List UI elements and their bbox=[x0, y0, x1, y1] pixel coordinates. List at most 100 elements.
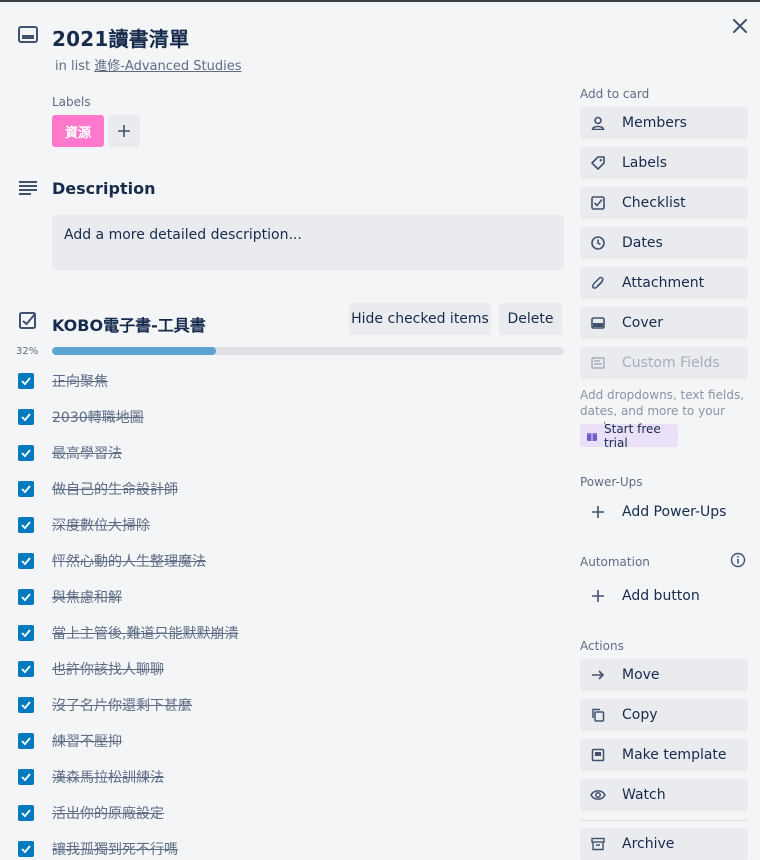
move-label: Move bbox=[622, 667, 660, 683]
checklist-item-text[interactable]: 最高學習法 bbox=[52, 443, 122, 463]
checklist-item-text[interactable]: 怦然心動的人生整理魔法 bbox=[52, 551, 206, 571]
custom-fields-button[interactable]: Custom Fields bbox=[580, 347, 748, 379]
checklist-item[interactable]: 與焦慮和解 bbox=[18, 585, 558, 609]
checkbox-checked[interactable] bbox=[18, 409, 34, 425]
checklist-item-text[interactable]: 做自己的生命設計師 bbox=[52, 479, 178, 499]
checkbox-checked[interactable] bbox=[18, 769, 34, 785]
checklist-item-text[interactable]: 沒了名片你還剩下甚麼 bbox=[52, 695, 192, 715]
checklist-item[interactable]: 練習不壓抑 bbox=[18, 729, 558, 753]
watch-button[interactable]: Watch bbox=[580, 779, 748, 811]
checklist-title[interactable]: KOBO電子書-工具書 bbox=[52, 312, 206, 336]
cover-button[interactable]: Cover bbox=[580, 307, 748, 339]
custom-fields-icon bbox=[590, 355, 606, 371]
checklist-button[interactable]: Checklist bbox=[580, 187, 748, 219]
checkbox-checked[interactable] bbox=[18, 805, 34, 821]
archive-button[interactable]: Archive bbox=[580, 828, 748, 860]
checklist-item[interactable]: 讓我孤獨到死不行嗎 bbox=[18, 837, 558, 860]
checkmark-icon bbox=[21, 413, 31, 422]
description-input[interactable]: Add a more detailed description... bbox=[52, 215, 564, 270]
description-icon bbox=[18, 180, 38, 196]
progress-fill bbox=[52, 347, 216, 355]
delete-checklist-button[interactable]: Delete bbox=[499, 303, 562, 335]
checkmark-icon bbox=[21, 809, 31, 818]
checklist-item-text[interactable]: 深度數位大掃除 bbox=[52, 515, 150, 535]
close-icon[interactable] bbox=[728, 14, 752, 38]
checkbox-checked[interactable] bbox=[18, 553, 34, 569]
checkbox-checked[interactable] bbox=[18, 697, 34, 713]
progress-bar bbox=[52, 347, 564, 355]
dates-button[interactable]: Dates bbox=[580, 227, 748, 259]
start-free-trial-button[interactable]: Start free trial bbox=[580, 422, 678, 450]
checklist-item-text[interactable]: 練習不壓抑 bbox=[52, 731, 122, 751]
progress-percent: 32% bbox=[16, 346, 39, 357]
checklist-item-text[interactable]: 也許你該找人聊聊 bbox=[52, 659, 164, 679]
checkbox-checked[interactable] bbox=[18, 661, 34, 677]
checklist-item-text[interactable]: 漢森馬拉松訓練法 bbox=[52, 767, 164, 787]
checklist-item[interactable]: 活出你的原廠設定 bbox=[18, 801, 558, 825]
labels-heading: Labels bbox=[52, 95, 91, 109]
hide-checked-button[interactable]: Hide checked items bbox=[349, 303, 491, 335]
checklist-item-text[interactable]: 讓我孤獨到死不行嗎 bbox=[52, 839, 178, 859]
checklist-item-text[interactable]: 2030轉職地圖 bbox=[52, 407, 144, 427]
checklist-item[interactable]: 也許你該找人聊聊 bbox=[18, 657, 558, 681]
members-button[interactable]: Members bbox=[580, 107, 748, 139]
attachment-button[interactable]: Attachment bbox=[580, 267, 748, 299]
checklist-item[interactable]: 漢森馬拉松訓練法 bbox=[18, 765, 558, 789]
checklist-item[interactable]: 最高學習法 bbox=[18, 441, 558, 465]
move-button[interactable]: Move bbox=[580, 659, 748, 691]
clock-icon bbox=[590, 235, 606, 251]
checkbox-checked[interactable] bbox=[18, 733, 34, 749]
person-icon bbox=[590, 115, 606, 131]
checklist-item-text[interactable]: 活出你的原廠設定 bbox=[52, 803, 164, 823]
members-label: Members bbox=[622, 115, 687, 131]
checklist-item[interactable]: 深度數位大掃除 bbox=[18, 513, 558, 537]
checkmark-icon bbox=[21, 773, 31, 782]
checklist-item[interactable]: 正向聚焦 bbox=[18, 369, 558, 393]
labels-button[interactable]: Labels bbox=[580, 147, 748, 179]
label-chip[interactable]: 資源 bbox=[52, 115, 104, 147]
checklist-label: Checklist bbox=[622, 195, 686, 211]
checkmark-icon bbox=[21, 629, 31, 638]
checklist-item[interactable]: 當上主管後,難道只能默默崩潰 bbox=[18, 621, 558, 645]
cover-label: Cover bbox=[622, 315, 663, 331]
checkmark-icon bbox=[21, 593, 31, 602]
list-link[interactable]: 進修-Advanced Studies bbox=[94, 59, 241, 74]
add-label-button[interactable] bbox=[108, 115, 140, 147]
arrow-right-icon bbox=[590, 667, 606, 683]
checkbox-checked[interactable] bbox=[18, 373, 34, 389]
checkbox-checked[interactable] bbox=[18, 841, 34, 857]
checkmark-icon bbox=[21, 521, 31, 530]
plus-icon bbox=[590, 588, 606, 604]
checkbox-checked[interactable] bbox=[18, 517, 34, 533]
info-icon[interactable] bbox=[730, 552, 746, 568]
add-power-ups-button[interactable]: Add Power-Ups bbox=[580, 496, 748, 528]
plus-icon bbox=[117, 124, 131, 138]
checkmark-icon bbox=[21, 845, 31, 854]
attachment-label: Attachment bbox=[622, 275, 705, 291]
checkbox-checked[interactable] bbox=[18, 481, 34, 497]
copy-button[interactable]: Copy bbox=[580, 699, 748, 731]
checkmark-icon bbox=[21, 557, 31, 566]
checklist-item[interactable]: 2030轉職地圖 bbox=[18, 405, 558, 429]
checklist-item[interactable]: 沒了名片你還剩下甚麼 bbox=[18, 693, 558, 717]
checklist-item[interactable]: 怦然心動的人生整理魔法 bbox=[18, 549, 558, 573]
card-title[interactable]: 2021讀書清單 bbox=[52, 23, 189, 52]
checkbox-checked[interactable] bbox=[18, 625, 34, 641]
add-automation-button[interactable]: Add button bbox=[580, 580, 748, 612]
checklist-item[interactable]: 做自己的生命設計師 bbox=[18, 477, 558, 501]
checklist-item-text[interactable]: 當上主管後,難道只能默默崩潰 bbox=[52, 623, 238, 643]
checkbox-checked[interactable] bbox=[18, 589, 34, 605]
actions-heading: Actions bbox=[580, 639, 624, 653]
checkbox-checked[interactable] bbox=[18, 445, 34, 461]
cover-icon bbox=[590, 315, 606, 331]
copy-icon bbox=[590, 707, 606, 723]
archive-label: Archive bbox=[622, 836, 675, 852]
list-breadcrumb: in list 進修-Advanced Studies bbox=[55, 55, 241, 74]
power-ups-heading: Power-Ups bbox=[580, 475, 643, 489]
checkbox-icon bbox=[590, 195, 606, 211]
paperclip-icon bbox=[590, 275, 606, 291]
checklist-item-text[interactable]: 正向聚焦 bbox=[52, 371, 108, 391]
window-top-border bbox=[0, 0, 760, 2]
checklist-item-text[interactable]: 與焦慮和解 bbox=[52, 587, 122, 607]
make-template-button[interactable]: Make template bbox=[580, 739, 748, 771]
